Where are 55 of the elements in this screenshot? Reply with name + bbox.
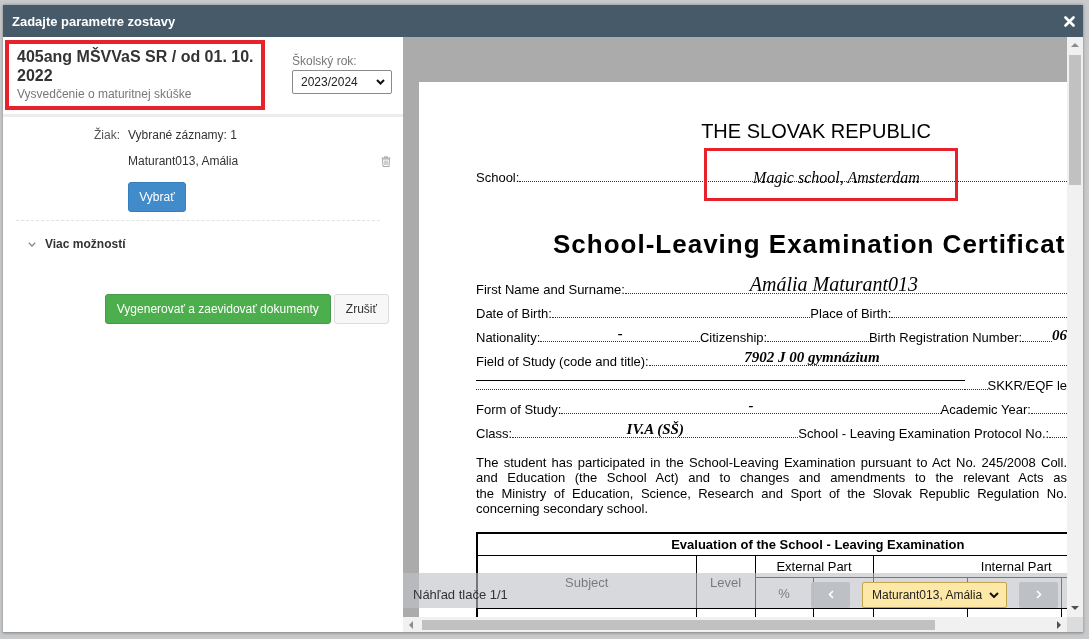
next-button[interactable] (1019, 581, 1058, 608)
more-options-toggle[interactable]: Viac možností (28, 236, 126, 253)
triangle-right-icon[interactable] (1057, 620, 1061, 629)
window-title: Zadajte parametre zostavy (12, 13, 176, 29)
field-label: Form of Study: (476, 402, 562, 417)
document-paragraph: The student has participated in the School-Leaving Examination pursuant to Act No. 245/2008 Coll. and Education (the School Act) and to changes and amendments to the relevant Acts as the Ministry of Education, Science, Research and Sport of the Slovak Republic Regulation No. concerning secondary school. (476, 455, 1067, 517)
select-button[interactable]: Vybrať (128, 182, 186, 212)
field-label: Nationality: (476, 330, 541, 345)
report-title: 405ang MŠVVaS SR / od 01. 10. 2022 (17, 47, 255, 85)
scrollbar-thumb[interactable] (422, 619, 935, 630)
field-value: - (617, 325, 623, 342)
scrollbar-thumb[interactable] (1069, 55, 1081, 185)
field-value: - (748, 397, 754, 414)
field-value: Amália Maturant013 (749, 274, 919, 294)
chevron-left-icon (827, 590, 834, 599)
previous-button[interactable] (811, 581, 850, 608)
triangle-down-icon[interactable] (1071, 606, 1079, 610)
student-name: Maturant013, Amália (128, 153, 239, 170)
table-header-cell: External Part (755, 555, 873, 578)
field-label: First Name and Surname: (476, 282, 625, 297)
close-button[interactable] (1063, 14, 1076, 28)
document-title: School-Leaving Examination Certificat (553, 229, 1066, 259)
field-value: IV.A (SŠ) (626, 421, 684, 438)
field-label: School: (476, 170, 520, 185)
chevron-right-icon (1035, 590, 1042, 599)
school-year-label: Školský rok: (292, 54, 357, 68)
field-label: Citizenship: (699, 330, 768, 345)
caret-icon (376, 79, 385, 85)
horizontal-scrollbar[interactable] (403, 617, 1067, 632)
document-heading: THE SLOVAK REPUBLIC (701, 120, 931, 142)
field-label: Class: (476, 426, 513, 441)
field-label: Academic Year: (940, 402, 1031, 417)
school-name: Magic school, Amsterdam (753, 168, 920, 186)
student-select[interactable]: Maturant013, Amália (862, 581, 1007, 608)
field-value: 7902 J 00 gymnázium (744, 349, 880, 366)
triangle-left-icon[interactable] (409, 620, 413, 629)
caret-icon (989, 591, 999, 598)
table-header-cell: Level (696, 555, 755, 609)
student-label: Žiak: (94, 127, 120, 144)
field-label: SKKR/EQF le (987, 378, 1067, 393)
selection-summary: Vybrané záznamy: 1 (128, 127, 238, 144)
vertical-scrollbar[interactable] (1067, 37, 1083, 617)
trash-icon[interactable] (381, 156, 391, 167)
school-year-select[interactable]: 2023/2024 (292, 70, 392, 94)
scrollbar-corner (1067, 617, 1083, 632)
field-label: Place of Birth: (810, 306, 892, 321)
field-label: Date of Birth: (476, 306, 552, 321)
close-icon (1064, 15, 1075, 27)
field-label: Birth Registration Number: (868, 330, 1023, 345)
field-value: 06 (1052, 327, 1067, 344)
field-label: School - Leaving Examination Protocol No.: (798, 426, 1050, 441)
triangle-up-icon[interactable] (1071, 43, 1079, 47)
cancel-button[interactable]: Zrušiť (333, 294, 389, 324)
report-subtitle: Vysvedčenie o maturitnej skúške (17, 87, 193, 102)
field-label: Field of Study (code and title): (476, 354, 649, 369)
